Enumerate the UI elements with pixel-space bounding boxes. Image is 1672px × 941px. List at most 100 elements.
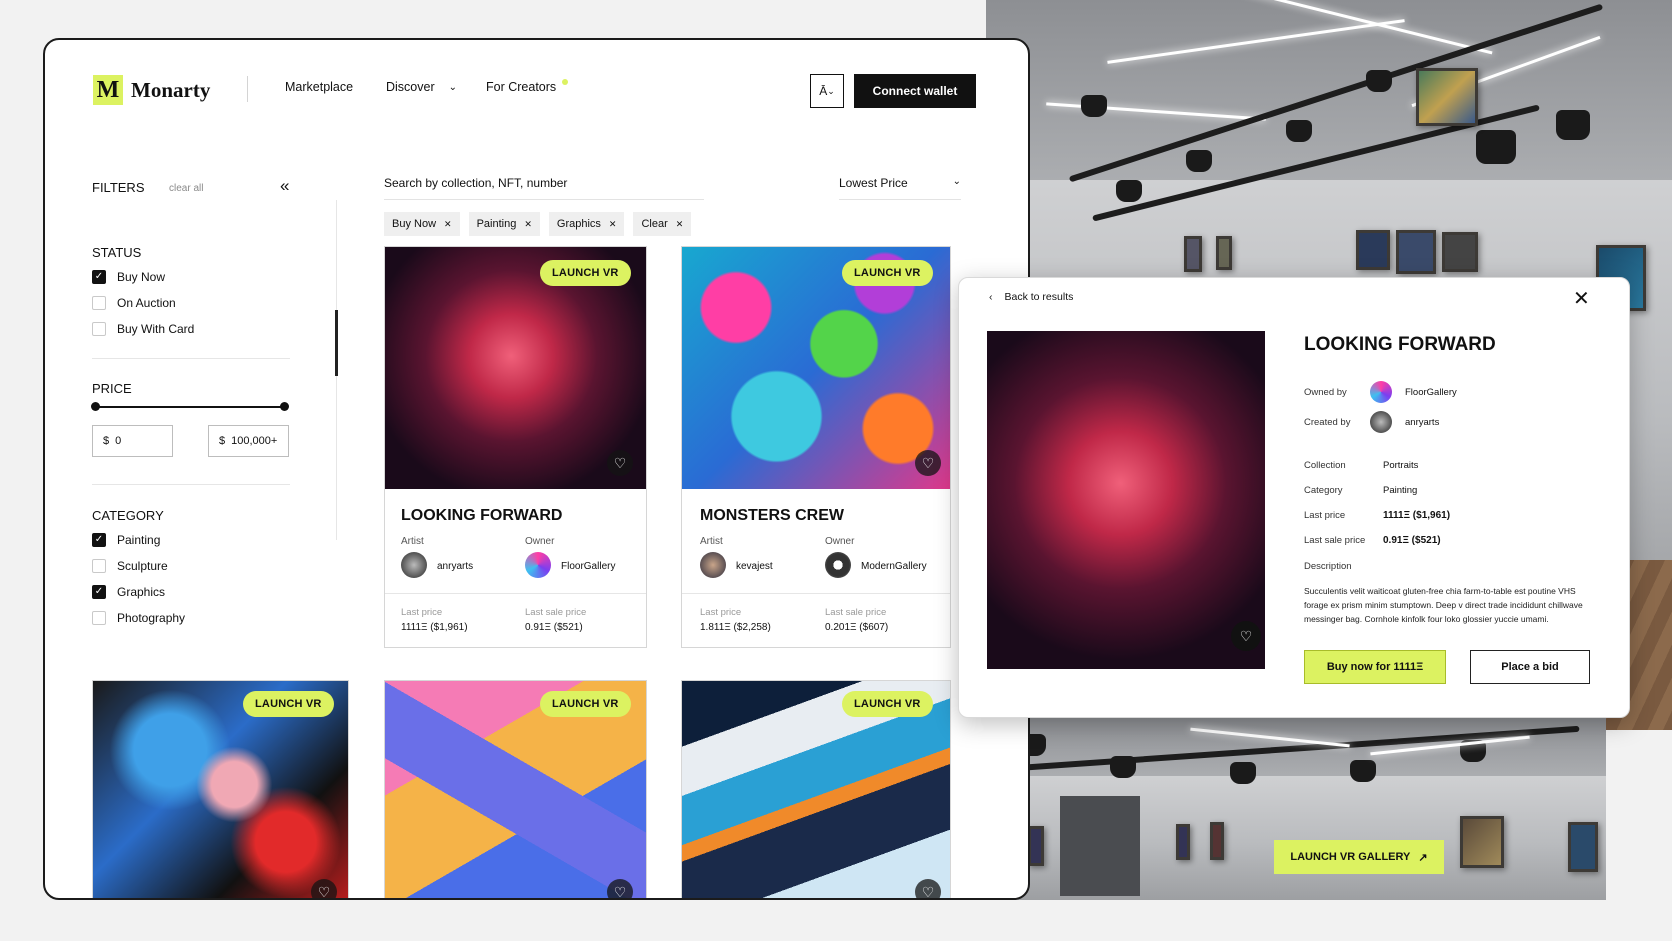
launch-vr-gallery-label: LAUNCH VR GALLERY <box>1290 851 1411 863</box>
heart-icon[interactable]: ♡ <box>915 879 941 898</box>
chevron-left-icon: ‹ <box>989 291 993 303</box>
new-indicator-dot <box>562 79 569 85</box>
sort-select[interactable]: Lowest Price ⌄ <box>839 176 961 200</box>
launch-vr-gallery-button[interactable]: LAUNCH VR GALLERY ↗ <box>1274 840 1444 874</box>
nav-for-creators[interactable]: For Creators <box>486 79 569 94</box>
checkbox-empty-icon[interactable] <box>92 296 106 310</box>
nft-card[interactable]: LAUNCH VR ♡ LOOKING FORWARD Artist Owner… <box>384 246 647 648</box>
card-title: MONSTERS CREW <box>700 507 844 524</box>
launch-vr-badge[interactable]: LAUNCH VR <box>243 691 334 717</box>
heart-icon[interactable]: ♡ <box>311 879 337 898</box>
avatar <box>825 552 851 578</box>
last-price-label: Last price <box>700 607 742 618</box>
nav-marketplace[interactable]: Marketplace <box>285 80 353 94</box>
category-checkbox-row[interactable]: Photography <box>92 611 185 625</box>
price-min-input[interactable]: $0 <box>92 425 173 457</box>
artist-name[interactable]: anryarts <box>437 561 473 572</box>
price-slider-min-handle[interactable] <box>91 402 100 411</box>
buy-now-button[interactable]: Buy now for 1111Ξ <box>1304 650 1446 684</box>
filters-title: FILTERS <box>92 180 145 195</box>
remove-icon[interactable]: ✕ <box>444 219 452 230</box>
remove-icon[interactable]: ✕ <box>676 219 684 230</box>
sidebar-scrollbar[interactable] <box>335 310 338 376</box>
heart-icon[interactable]: ♡ <box>607 450 633 476</box>
status-checkbox-row[interactable]: Buy With Card <box>92 322 194 336</box>
category-checkbox-row[interactable]: Sculpture <box>92 559 185 573</box>
category-title: CATEGORY <box>92 508 164 523</box>
modal-nft-image <box>987 331 1265 669</box>
close-icon[interactable]: ✕ <box>1573 286 1590 311</box>
checkbox-empty-icon[interactable] <box>92 611 106 625</box>
last-sale-label: Last sale price <box>525 607 587 618</box>
avatar <box>700 552 726 578</box>
modal-title: LOOKING FORWARD <box>1304 334 1496 355</box>
artist-label: Artist <box>401 536 424 547</box>
checkbox-empty-icon[interactable] <box>92 559 106 573</box>
heart-icon[interactable]: ♡ <box>1231 621 1261 651</box>
connect-wallet-button[interactable]: Connect wallet <box>854 74 976 108</box>
filter-chip[interactable]: Buy Now ✕ <box>384 212 460 236</box>
nav-creators-label: For Creators <box>486 80 557 94</box>
last-sale-value: 0.201Ξ ($607) <box>825 622 889 633</box>
category-checkbox-row[interactable]: ✓ Painting <box>92 533 185 547</box>
filter-chip[interactable]: Clear ✕ <box>633 212 692 236</box>
creator-name[interactable]: anryarts <box>1405 417 1439 428</box>
status-label: Buy With Card <box>117 322 195 336</box>
status-checkbox-row[interactable]: ✓ Buy Now <box>92 270 194 284</box>
filter-chip[interactable]: Painting ✕ <box>468 212 540 236</box>
sort-value: Lowest Price <box>839 176 908 190</box>
launch-vr-badge[interactable]: LAUNCH VR <box>540 260 631 286</box>
collapse-filters-icon[interactable]: « <box>280 176 289 196</box>
launch-vr-badge[interactable]: LAUNCH VR <box>540 691 631 717</box>
last-price-value: 1111Ξ ($1,961) <box>1383 510 1451 521</box>
back-to-results-link[interactable]: ‹ Back to results <box>989 291 1073 303</box>
checkbox-checked-icon[interactable]: ✓ <box>92 585 106 599</box>
nft-card[interactable]: LAUNCH VR ♡ <box>681 680 951 898</box>
heart-icon[interactable]: ♡ <box>915 450 941 476</box>
nft-card[interactable]: LAUNCH VR ♡ <box>92 680 349 898</box>
collection-label: Collection <box>1304 460 1346 471</box>
price-max-value: 100,000+ <box>231 435 278 447</box>
category-label: Painting <box>117 533 161 547</box>
filter-chip[interactable]: Graphics ✕ <box>548 212 625 236</box>
chevron-down-icon: ⌄ <box>448 81 458 93</box>
nft-card[interactable]: LAUNCH VR ♡ MONSTERS CREW Artist Owner k… <box>681 246 951 648</box>
launch-vr-badge[interactable]: LAUNCH VR <box>842 260 933 286</box>
owner-name[interactable]: FloorGallery <box>561 561 615 572</box>
owned-by-label: Owned by <box>1304 387 1347 398</box>
owner-name[interactable]: FloorGallery <box>1405 387 1457 398</box>
language-button[interactable]: Ā ⌄ <box>810 74 844 108</box>
status-checkbox-row[interactable]: On Auction <box>92 296 194 310</box>
brand-logo[interactable]: M Monarty <box>93 75 210 105</box>
price-max-input[interactable]: $100,000+ <box>208 425 289 457</box>
header-divider <box>247 76 248 102</box>
owner-name[interactable]: ModernGallery <box>861 561 927 572</box>
checkbox-checked-icon[interactable]: ✓ <box>92 533 106 547</box>
clear-all-link[interactable]: clear all <box>169 183 203 194</box>
currency-symbol: $ <box>219 435 226 447</box>
last-price-value: 1.811Ξ ($2,258) <box>700 622 771 633</box>
remove-icon[interactable]: ✕ <box>609 219 617 230</box>
nft-card[interactable]: LAUNCH VR ♡ <box>384 680 647 898</box>
last-sale-value: 0.91Ξ ($521) <box>1383 535 1441 546</box>
divider <box>92 484 290 485</box>
place-bid-button[interactable]: Place a bid <box>1470 650 1590 684</box>
artist-name[interactable]: kevajest <box>736 561 773 572</box>
owner-label: Owner <box>525 536 555 547</box>
category-checkbox-row[interactable]: ✓ Graphics <box>92 585 185 599</box>
artist-label: Artist <box>700 536 723 547</box>
launch-vr-badge[interactable]: LAUNCH VR <box>842 691 933 717</box>
status-title: STATUS <box>92 245 142 260</box>
collection-value[interactable]: Portraits <box>1383 460 1418 471</box>
card-title: LOOKING FORWARD <box>401 507 563 524</box>
heart-icon[interactable]: ♡ <box>607 879 633 898</box>
checkbox-empty-icon[interactable] <box>92 322 106 336</box>
remove-icon[interactable]: ✕ <box>524 219 532 230</box>
nav-discover[interactable]: Discover ⌄ <box>386 80 457 94</box>
nav-marketplace-label: Marketplace <box>285 80 354 94</box>
checkbox-checked-icon[interactable]: ✓ <box>92 270 106 284</box>
search-input[interactable]: Search by collection, NFT, number <box>384 176 704 200</box>
last-price-label: Last price <box>401 607 443 618</box>
price-slider-max-handle[interactable] <box>280 402 289 411</box>
back-label: Back to results <box>1004 291 1074 303</box>
